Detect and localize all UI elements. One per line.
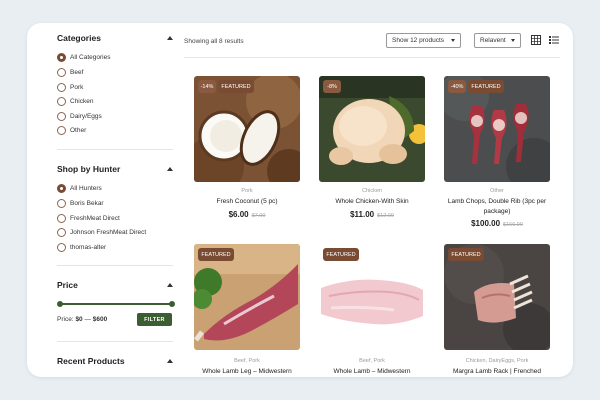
product-image-chicken[interactable]: -8% <box>319 76 425 182</box>
filter-button[interactable]: FILTER <box>137 313 172 326</box>
hunter-option-all[interactable]: All Hunters <box>57 182 102 194</box>
product-category[interactable]: Pork <box>194 188 300 194</box>
list-view-icon[interactable] <box>549 35 559 45</box>
categories-title: Categories <box>57 33 101 43</box>
caret-up-icon[interactable] <box>167 36 173 40</box>
hunter-option-johnson[interactable]: Johnson FreshMeat Direct <box>57 226 146 238</box>
category-option-chicken[interactable]: Chicken <box>57 95 93 107</box>
price-slider-min-handle[interactable] <box>57 301 63 307</box>
product-price: $6.00 $7.00 <box>228 210 266 219</box>
radio-icon[interactable] <box>57 82 66 92</box>
product-category[interactable]: Beef, Pork <box>194 358 300 364</box>
product-image-lamb-rack[interactable]: FEATURED <box>444 244 550 350</box>
category-option-other[interactable]: Other <box>57 124 86 136</box>
category-option-dairy-eggs[interactable]: Dairy/Eggs <box>57 110 102 122</box>
caret-up-icon[interactable] <box>167 359 173 363</box>
divider <box>57 265 173 266</box>
product-name[interactable]: Margra Lamb Rack | Frenched <box>444 367 550 377</box>
price-range-text: Price: $0 — $600 <box>57 316 108 323</box>
divider <box>57 341 173 342</box>
product-image-whole-lamb[interactable]: FEATURED <box>319 244 425 350</box>
product-name[interactable]: Whole Lamb – Midwestern <box>319 367 425 377</box>
product-category[interactable]: Beef, Pork <box>319 358 425 364</box>
hunters-header[interactable]: Shop by Hunter <box>57 162 173 176</box>
sort-select[interactable]: Relavent <box>474 33 521 48</box>
hunter-option-thomas[interactable]: thomas-alter <box>57 241 106 253</box>
radio-icon[interactable] <box>57 111 66 121</box>
toolbar-divider <box>184 57 560 58</box>
radio-icon[interactable] <box>57 198 66 208</box>
product-price: $11.00 $12.00 <box>350 210 394 219</box>
price-slider-max-handle[interactable] <box>169 301 175 307</box>
category-option-all[interactable]: All Categories <box>57 51 110 63</box>
shop-page: Categories All Categories Beef Pork Chic… <box>27 23 573 377</box>
product-name[interactable]: Lamb Chops, Double Rib (3pc per package) <box>444 197 550 217</box>
radio-icon[interactable] <box>57 67 66 77</box>
radio-selected-icon[interactable] <box>57 183 66 193</box>
featured-badge: FEATURED <box>218 80 254 93</box>
hunter-option-boris[interactable]: Boris Bekar <box>57 197 104 209</box>
product-image-coconut[interactable]: -14% FEATURED <box>194 76 300 182</box>
divider <box>57 149 173 150</box>
grid-view-icon[interactable] <box>531 35 541 45</box>
caret-up-icon[interactable] <box>167 167 173 171</box>
radio-icon[interactable] <box>57 125 66 135</box>
recent-products-title: Recent Products <box>57 356 125 366</box>
product-name[interactable]: Fresh Coconut (5 pc) <box>194 197 300 207</box>
product-category[interactable]: Other <box>444 188 550 194</box>
sale-badge: -8% <box>323 80 341 93</box>
product-image-lamb-leg[interactable]: FEATURED <box>194 244 300 350</box>
price-slider[interactable] <box>57 301 175 307</box>
hunter-option-freshmeat[interactable]: FreshMeat Direct <box>57 212 120 224</box>
price-header[interactable]: Price <box>57 278 173 292</box>
product-image-lamb-chops[interactable]: -40% FEATURED <box>444 76 550 182</box>
product-category[interactable]: Chicken, DairyEggs, Pork <box>444 358 550 364</box>
hunters-title: Shop by Hunter <box>57 164 121 174</box>
product-name[interactable]: Whole Lamb Leg – Midwestern <box>194 367 300 377</box>
category-option-beef[interactable]: Beef <box>57 66 83 78</box>
featured-badge: FEATURED <box>448 248 484 261</box>
product-name[interactable]: Whole Chicken-With Skin <box>319 197 425 207</box>
caret-up-icon[interactable] <box>167 283 173 287</box>
radio-selected-icon[interactable] <box>57 52 66 62</box>
product-category[interactable]: Chicken <box>319 188 425 194</box>
sidebar: Categories All Categories Beef Pork Chic… <box>57 23 203 377</box>
sale-badge: -40% <box>448 80 466 93</box>
chevron-down-icon <box>451 39 455 42</box>
category-option-pork[interactable]: Pork <box>57 81 83 93</box>
categories-header[interactable]: Categories <box>57 31 173 45</box>
result-count: Showing all 8 results <box>184 38 244 45</box>
featured-badge: FEATURED <box>323 248 359 261</box>
featured-badge: FEATURED <box>198 248 234 261</box>
per-page-select[interactable]: Show 12 products <box>386 33 461 48</box>
product-price: $100.00 $166.99 <box>471 219 523 228</box>
radio-icon[interactable] <box>57 96 66 106</box>
featured-badge: FEATURED <box>468 80 504 93</box>
radio-icon[interactable] <box>57 213 66 223</box>
chevron-down-icon <box>511 39 515 42</box>
recent-products-header[interactable]: Recent Products <box>57 354 173 368</box>
sale-badge: -14% <box>198 80 216 93</box>
price-title: Price <box>57 280 78 290</box>
radio-icon[interactable] <box>57 227 66 237</box>
radio-icon[interactable] <box>57 242 66 252</box>
